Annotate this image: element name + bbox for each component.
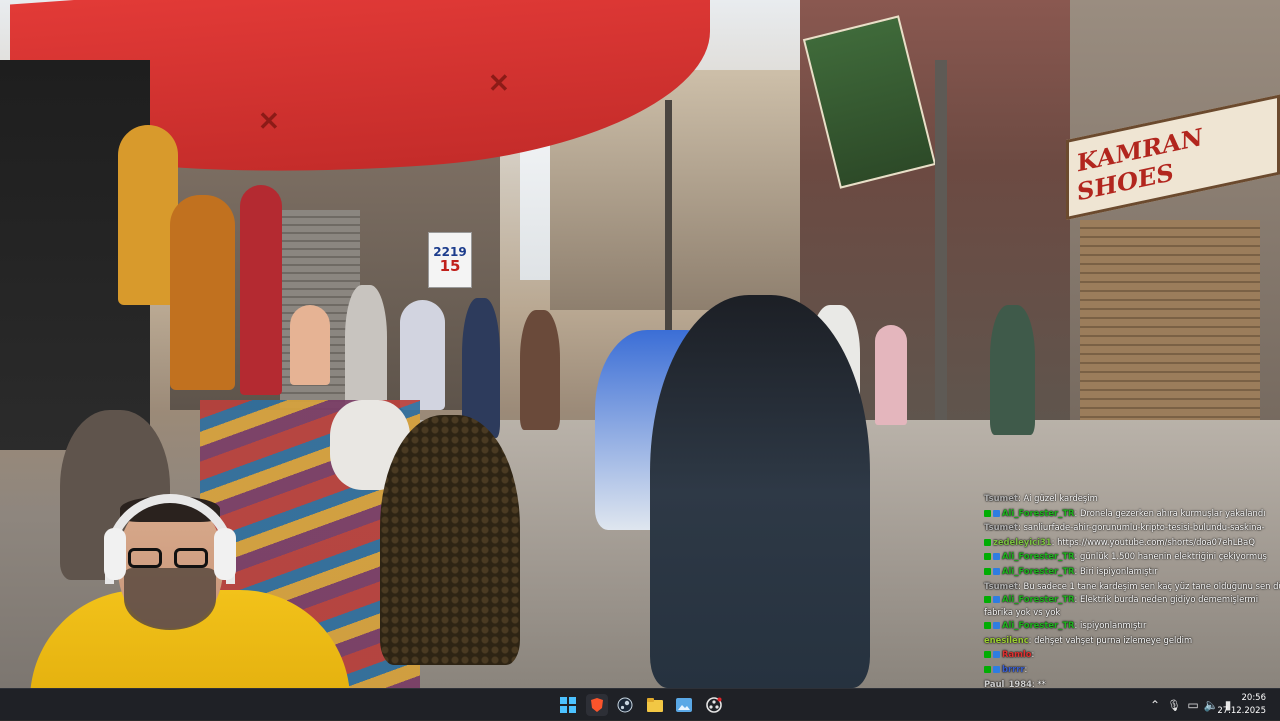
glasses-lens (128, 548, 162, 568)
subscriber-badge-icon (993, 651, 1000, 659)
chat-message: brrrr: (982, 662, 1280, 677)
steam-icon[interactable] (614, 694, 636, 716)
chat-overlay: Tsumet: Ai güzel kardeşim Ali_Forester_TR… (982, 491, 1280, 720)
chat-message: Ali_Forester_TR: Elektrik burda neden gi… (982, 593, 1280, 618)
file-explorer-icon[interactable] (644, 694, 666, 716)
chat-separator: : (1031, 649, 1035, 660)
subscriber-badge-icon (993, 596, 1000, 604)
chat-message: Tsumet: sanliurfade-ahir-gorunumlu-kript… (982, 520, 1280, 535)
system-clock[interactable]: 20:56 27.12.2025 (1214, 692, 1266, 718)
chat-username[interactable]: Tsumet (984, 522, 1018, 532)
moderator-badge-icon (984, 622, 991, 630)
garment-display (118, 125, 178, 305)
chat-text: Biri ispiyonlamıştır (1080, 565, 1158, 576)
chat-text: Ai güzel kardeşim (1023, 493, 1098, 503)
windows-start-icon[interactable] (557, 694, 579, 716)
seated-woman (380, 415, 520, 665)
subscriber-badge-icon (993, 567, 1000, 575)
pedestrian (990, 305, 1035, 435)
pedestrian (345, 285, 387, 415)
moderator-badge-icon (984, 596, 991, 604)
chat-message: Ramlo: (982, 647, 1280, 662)
subscriber-badge-icon (993, 509, 1000, 517)
chat-text: günlük 1.500 hanenin elektriğini çekiyor… (1080, 551, 1267, 562)
chat-message: enesilenc: dehşet vahşet purna izlemeye … (982, 633, 1280, 648)
brave-browser-icon[interactable] (586, 694, 608, 716)
moderator-badge-icon (984, 567, 991, 575)
canopy-emblem: ✕ (488, 68, 510, 98)
photos-icon[interactable] (673, 694, 695, 716)
webcam-overlay (0, 480, 350, 720)
glasses-lens (174, 548, 208, 568)
chevron-up-icon[interactable]: ⌃ (1146, 698, 1164, 712)
network-icon[interactable]: ▭ (1184, 698, 1202, 712)
chat-message: zedeleyici31: https://www.youtube.com/sh… (982, 535, 1280, 550)
utility-pole (665, 100, 672, 350)
moderator-badge-icon (984, 538, 991, 546)
glasses (128, 548, 216, 570)
chat-separator: : (1024, 663, 1028, 674)
garment-display (400, 300, 445, 410)
chat-username[interactable]: Ali_Forester_TR (1002, 551, 1075, 561)
subscriber-badge-icon (993, 622, 1000, 630)
chat-username[interactable]: brrrr (1002, 664, 1025, 674)
garment-display (290, 305, 330, 385)
chat-username[interactable]: Ramlo (1002, 649, 1031, 659)
moderator-badge-icon (984, 509, 991, 517)
chat-text: dehşet vahşet purna izlemeye geldim (1034, 634, 1193, 645)
chat-username[interactable]: Tsumet (984, 493, 1018, 503)
garment-display (170, 195, 235, 390)
chat-username[interactable]: Ali_Forester_TR (1002, 594, 1075, 604)
passenger-in-abaya (650, 295, 870, 688)
garment-display (240, 185, 282, 395)
chat-message: Ali_Forester_TR: Dronela gezerken ahıra … (982, 506, 1280, 521)
chat-message: Tsumet: Ai güzel kardeşim (982, 491, 1280, 506)
headphone-earcup (104, 528, 126, 580)
moderator-badge-icon (984, 651, 991, 659)
price-sign: 2219 15 (428, 232, 472, 288)
microphone-icon[interactable]: 🎙 (1164, 699, 1184, 712)
chat-username[interactable]: Tsumet (984, 581, 1018, 591)
chat-text: Bu sadece 1 tane kardeşim sen kaç yüz ta… (1023, 580, 1280, 591)
pedestrian (520, 310, 560, 430)
chat-text: ispiyonlanmıştır (1080, 620, 1147, 631)
chat-message: Ali_Forester_TR: Biri ispiyonlamıştır (982, 564, 1280, 579)
moderator-badge-icon (984, 553, 991, 561)
subscriber-badge-icon (993, 665, 1000, 673)
chat-text: https://www.youtube.com/shorts/doa07ehLB… (1057, 536, 1255, 547)
clock-time: 20:56 (1241, 693, 1267, 703)
headphone-earcup (214, 528, 236, 580)
chat-username[interactable]: zedeleyici31 (993, 537, 1052, 547)
chat-message: Tsumet: Bu sadece 1 tane kardeşim sen ka… (982, 579, 1280, 594)
chat-username[interactable]: Ali_Forester_TR (1002, 620, 1075, 630)
moderator-badge-icon (984, 665, 991, 673)
chat-username[interactable]: enesilenc (984, 635, 1029, 645)
price-sign-bottom: 15 (439, 257, 461, 275)
subscriber-badge-icon (993, 553, 1000, 561)
garment-display (875, 325, 907, 425)
chat-username[interactable]: Ali_Forester_TR (1002, 566, 1075, 576)
taskbar: ⌃ 🎙 ▭ 🔈 ▮ 20:56 27.12.2025 (0, 688, 1280, 720)
chat-message: Ali_Forester_TR: günlük 1.500 hanenin el… (982, 549, 1280, 564)
chat-text: sanliurfade-ahir-gorunumlu-kripto-tesisi… (1023, 522, 1265, 533)
utility-pole (935, 60, 947, 470)
obs-icon[interactable] (703, 694, 725, 716)
chat-text: Dronela gezerken ahıra kurmuşlar yakalan… (1080, 507, 1266, 518)
chat-message: Ali_Forester_TR: ispiyonlanmıştır (982, 618, 1280, 633)
canopy-emblem: ✕ (258, 106, 280, 136)
clock-date: 27.12.2025 (1217, 706, 1266, 716)
chat-username[interactable]: Ali_Forester_TR (1002, 508, 1075, 518)
